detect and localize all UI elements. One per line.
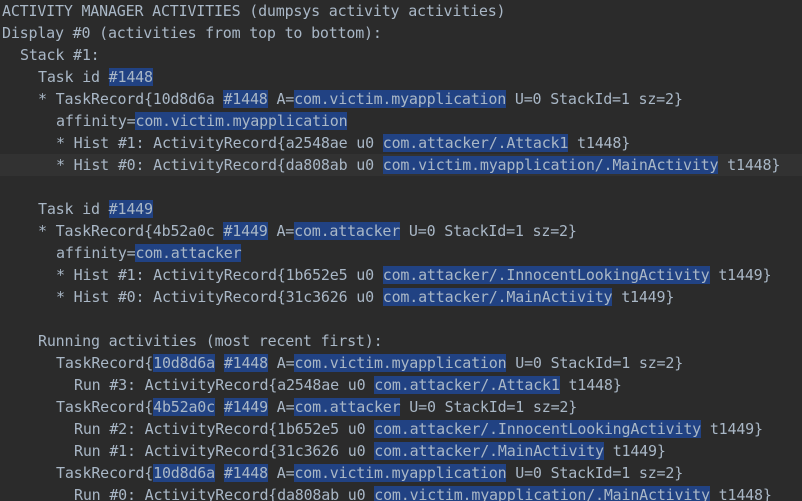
search-match-highlight: #1449 (223, 398, 268, 416)
output-line: Display #0 (activities from top to botto… (0, 22, 802, 44)
search-match-highlight: com.victim.myapplication (294, 354, 507, 372)
output-line: * TaskRecord{10d8d6a #1448 A=com.victim.… (0, 88, 802, 110)
line-text: t1448} (718, 156, 781, 174)
output-line: Task id #1449 (0, 198, 802, 220)
search-match-highlight: #1449 (223, 222, 268, 240)
line-text: t1449} (709, 266, 772, 284)
search-match-highlight: #1448 (108, 68, 153, 86)
line-text: Running activities (most recent first): (38, 332, 383, 350)
output-line: Running activities (most recent first): (0, 330, 802, 352)
output-line: Run #3: ActivityRecord{a2548ae u0 com.at… (0, 374, 802, 396)
search-match-highlight: com.attacker (294, 398, 401, 416)
line-text: A= (267, 222, 295, 240)
line-text (215, 464, 224, 482)
output-line: ACTIVITY MANAGER ACTIVITIES (dumpsys act… (0, 0, 802, 22)
output-line: * Hist #0: ActivityRecord{31c3626 u0 com… (0, 286, 802, 308)
search-match-highlight: #1448 (223, 464, 268, 482)
search-match-highlight: com.victim.myapplication/.MainActivity (382, 156, 719, 174)
line-text: Run #2: ActivityRecord{1b652e5 u0 (74, 420, 375, 438)
line-text: affinity= (56, 244, 136, 262)
output-line: * Hist #1: ActivityRecord{a2548ae u0 com… (0, 132, 802, 154)
line-text: U=0 StackId=1 sz=2} (506, 90, 683, 108)
line-text: TaskRecord{ (56, 464, 154, 482)
output-line: TaskRecord{10d8d6a #1448 A=com.victim.my… (0, 462, 802, 484)
line-text: * TaskRecord{10d8d6a (38, 90, 224, 108)
line-text: A= (267, 398, 295, 416)
line-text: U=0 StackId=1 sz=2} (400, 222, 577, 240)
search-match-highlight: #1448 (223, 90, 268, 108)
line-text: Run #0: ActivityRecord{da808ab u0 (74, 486, 375, 501)
output-line: affinity=com.attacker (0, 242, 802, 264)
line-text: t1449} (603, 442, 666, 460)
line-text: U=0 StackId=1 sz=2} (400, 398, 578, 416)
output-line: * TaskRecord{4b52a0c #1449 A=com.attacke… (0, 220, 802, 242)
line-text: Task id (38, 68, 109, 86)
output-line: TaskRecord{4b52a0c #1449 A=com.attacker … (0, 396, 802, 418)
search-match-highlight: com.attacker/.Attack1 (374, 376, 560, 394)
output-line: Run #2: ActivityRecord{1b652e5 u0 com.at… (0, 418, 802, 440)
line-text (215, 354, 224, 372)
line-text: Run #1: ActivityRecord{31c3626 u0 (74, 442, 375, 460)
line-text: TaskRecord{ (56, 354, 154, 372)
search-match-highlight: com.attacker (135, 244, 242, 262)
line-text: Run #3: ActivityRecord{a2548ae u0 (74, 376, 375, 394)
search-match-highlight: com.victim.myapplication (135, 112, 348, 130)
line-text: t1449} (701, 420, 763, 438)
search-match-highlight: #1449 (108, 200, 153, 218)
line-text: Display #0 (activities from top to botto… (2, 24, 382, 42)
search-match-highlight: com.victim.myapplication (294, 90, 507, 108)
output-line: Task id #1448 (0, 66, 802, 88)
search-match-highlight: com.victim.myapplication/.MainActivity (374, 486, 710, 501)
output-line: Run #1: ActivityRecord{31c3626 u0 com.at… (0, 440, 802, 462)
search-match-highlight: 4b52a0c (153, 398, 215, 416)
line-text: Task id (38, 200, 109, 218)
output-line: * Hist #0: ActivityRecord{da808ab u0 com… (0, 154, 802, 176)
line-text: * TaskRecord{4b52a0c (38, 222, 224, 240)
line-text: * Hist #1: ActivityRecord{a2548ae u0 (56, 134, 383, 152)
line-text: * Hist #1: ActivityRecord{1b652e5 u0 (56, 266, 383, 284)
search-match-highlight: com.attacker/.InnocentLookingActivity (382, 266, 710, 284)
line-text: A= (267, 464, 295, 482)
search-match-highlight: #1448 (223, 354, 268, 372)
search-match-highlight: com.attacker/.MainActivity (374, 442, 604, 460)
search-match-highlight: com.attacker (294, 222, 401, 240)
output-line: TaskRecord{10d8d6a #1448 A=com.victim.my… (0, 352, 802, 374)
line-text: t1448} (709, 486, 772, 501)
search-match-highlight: com.victim.myapplication (294, 464, 507, 482)
line-text: affinity= (56, 112, 136, 130)
search-match-highlight: com.attacker/.InnocentLookingActivity (374, 420, 701, 438)
search-match-highlight: 10d8d6a (153, 464, 215, 482)
output-line: * Hist #1: ActivityRecord{1b652e5 u0 com… (0, 264, 802, 286)
line-text: TaskRecord{ (56, 398, 154, 416)
line-text (215, 398, 224, 416)
search-match-highlight: com.attacker/.MainActivity (382, 288, 613, 306)
search-match-highlight: 10d8d6a (153, 354, 215, 372)
line-text: * Hist #0: ActivityRecord{da808ab u0 (56, 156, 383, 174)
terminal-output[interactable]: ACTIVITY MANAGER ACTIVITIES (dumpsys act… (0, 0, 802, 501)
output-line: Stack #1: (0, 44, 802, 66)
output-line: affinity=com.victim.myapplication (0, 110, 802, 132)
line-text: Stack #1: (20, 46, 100, 64)
line-text: t1448} (559, 376, 622, 394)
line-text: U=0 StackId=1 sz=2} (506, 464, 684, 482)
line-text: * Hist #0: ActivityRecord{31c3626 u0 (56, 288, 383, 306)
line-text: A= (267, 90, 295, 108)
line-text: ACTIVITY MANAGER ACTIVITIES (dumpsys act… (2, 2, 506, 20)
search-match-highlight: com.attacker/.Attack1 (382, 134, 569, 152)
line-text: U=0 StackId=1 sz=2} (506, 354, 684, 372)
line-text: t1449} (612, 288, 675, 306)
line-text: A= (267, 354, 295, 372)
line-text: t1448} (568, 134, 631, 152)
output-line: Run #0: ActivityRecord{da808ab u0 com.vi… (0, 484, 802, 501)
